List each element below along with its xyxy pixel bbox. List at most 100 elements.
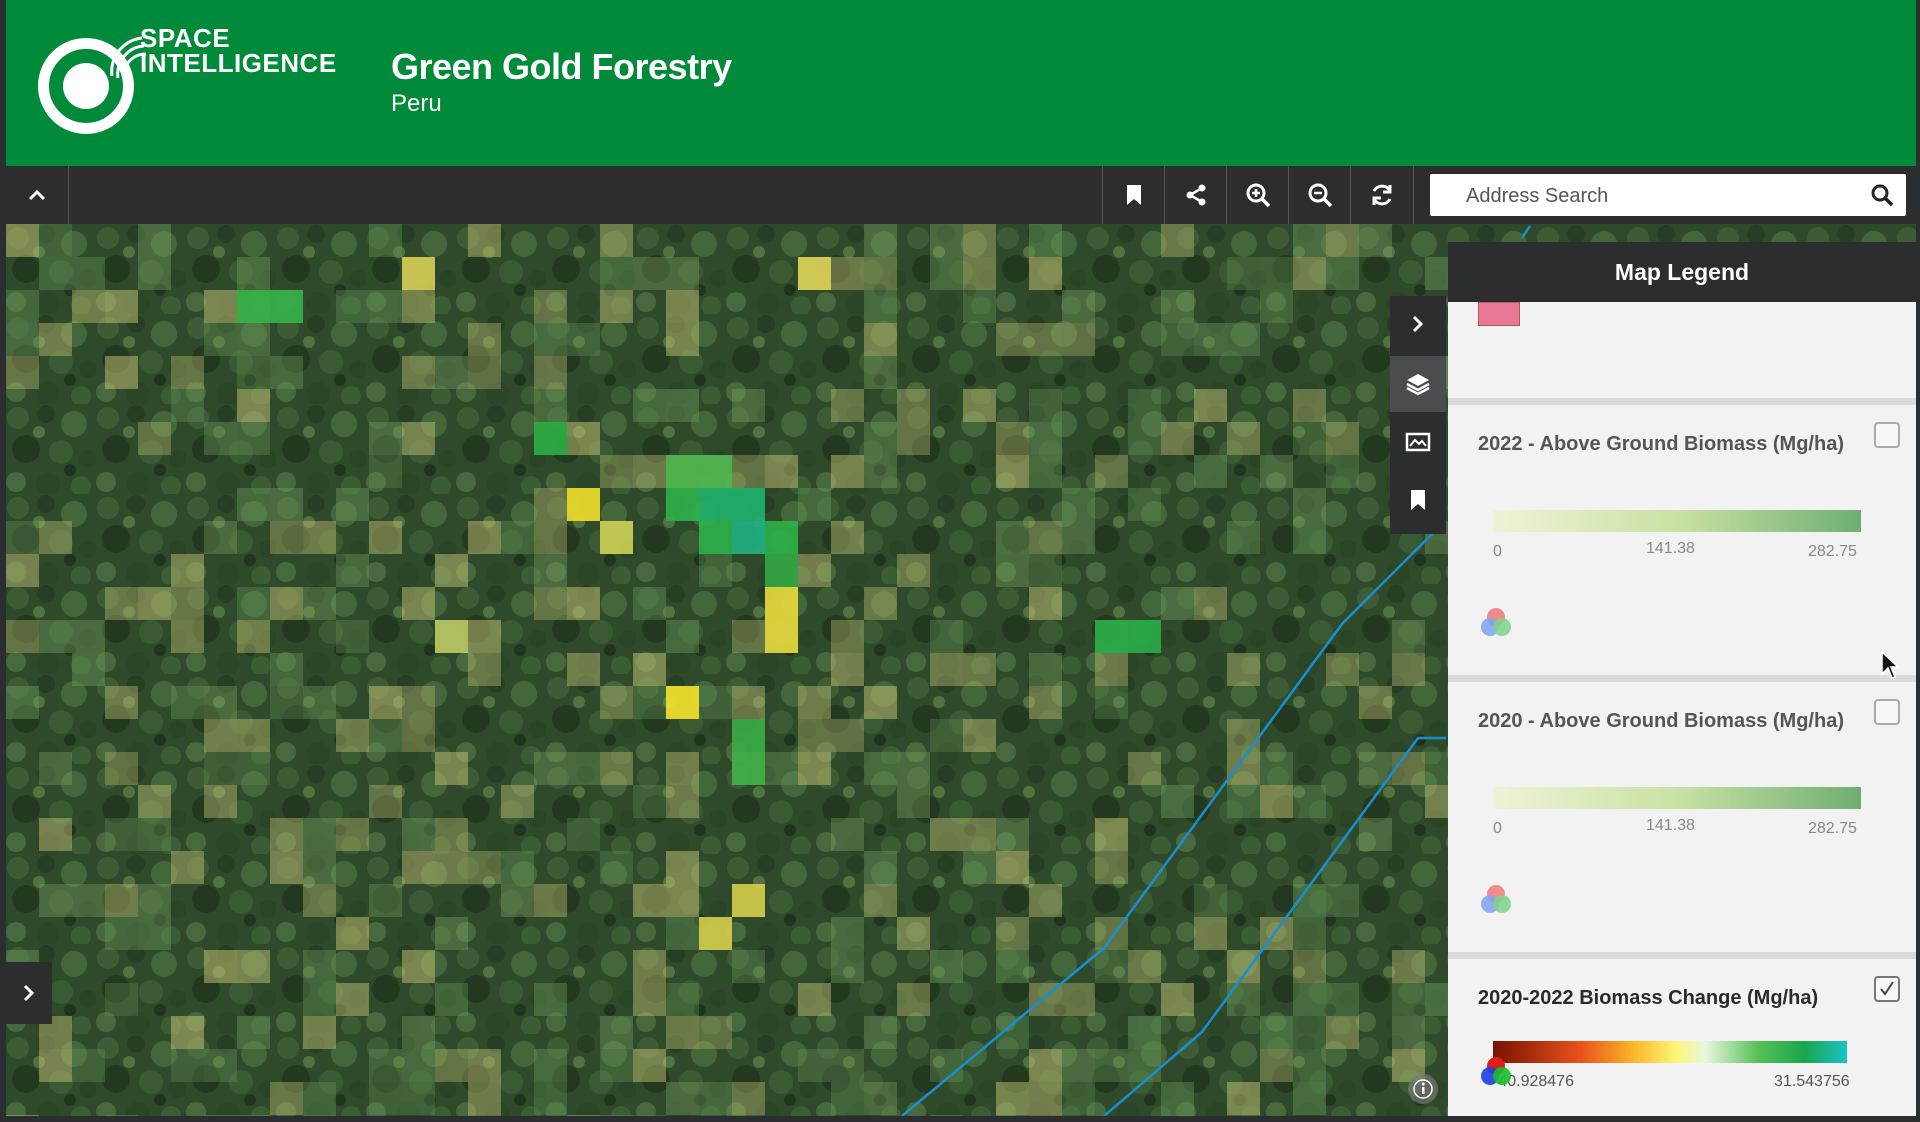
address-search: [1430, 174, 1906, 218]
share-button[interactable]: [1164, 166, 1227, 224]
biomass-cell: [171, 851, 204, 884]
biomass-cell: [237, 752, 270, 785]
biomass-cell: [963, 719, 996, 752]
biomass-cell: [831, 917, 864, 950]
layer-toggle-checkbox[interactable]: [1874, 976, 1900, 1002]
biomass-cell: [171, 554, 204, 587]
biomass-cell: [105, 686, 138, 719]
legend-card-agb-2020: 2020 - Above Ground Biomass (Mg/ha) 0 14…: [1448, 682, 1916, 952]
biomass-cell: [105, 884, 138, 917]
rgb-circles-icon[interactable]: [1478, 605, 1514, 641]
biomass-cell: [435, 983, 468, 1016]
biomass-cell: [633, 884, 666, 917]
biomass-cell: [1293, 917, 1326, 950]
biomass-cell: [633, 587, 666, 620]
biomass-cell: [6, 686, 39, 719]
biomass-cell: [930, 620, 963, 653]
biomass-cell: [1227, 653, 1260, 686]
biomass-cell: [996, 818, 1029, 851]
rgb-circles-icon[interactable]: [1478, 1054, 1514, 1090]
biomass-cell: [204, 1115, 237, 1116]
layer-toggle-checkbox[interactable]: [1874, 699, 1900, 725]
biomass-cell: [666, 323, 699, 356]
biomass-cell: [1260, 455, 1293, 488]
biomass-cell: [1227, 422, 1260, 455]
biomass-cell: [435, 356, 468, 389]
biomass-cell: [534, 1082, 567, 1115]
layer-toggle-checkbox[interactable]: [1874, 422, 1900, 448]
biomass-cell: [1029, 323, 1062, 356]
biomass-cell: [72, 653, 105, 686]
open-side-panel-button[interactable]: [6, 962, 52, 1024]
biomass-cell: [732, 521, 765, 554]
biomass-cell: [1062, 1082, 1095, 1115]
biomass-cell: [831, 620, 864, 653]
biomass-cell: [534, 752, 567, 785]
biomass-cell: [963, 389, 996, 422]
biomass-cell: [963, 851, 996, 884]
zoom-out-button[interactable]: [1288, 166, 1351, 224]
color-ramp: [1493, 787, 1861, 809]
biomass-cell: [501, 851, 534, 884]
collapse-legend-button[interactable]: [1390, 296, 1446, 352]
biomass-cell: [1293, 257, 1326, 290]
legend-scroll-area[interactable]: 2022 - Above Ground Biomass (Mg/ha) 0 14…: [1448, 302, 1916, 1116]
logo-text: SPACE INTELLIGENCE: [140, 25, 337, 78]
biomass-cell: [1326, 653, 1359, 686]
biomass-cell: [930, 257, 963, 290]
biomass-cell: [303, 587, 336, 620]
biomass-cell: [303, 851, 336, 884]
biomass-cell: [1095, 686, 1128, 719]
biomass-cell: [369, 224, 402, 257]
biomass-cell: [864, 752, 897, 785]
biomass-cell: [567, 422, 600, 455]
biomass-cell: [402, 818, 435, 851]
biomass-cell: [1095, 653, 1128, 686]
collapse-header-button[interactable]: [6, 166, 69, 224]
biomass-cell: [1095, 818, 1128, 851]
refresh-button[interactable]: [1350, 166, 1414, 224]
biomass-cell: [402, 587, 435, 620]
bookmarks-button[interactable]: [1390, 472, 1446, 528]
zoom-out-icon: [1308, 183, 1333, 208]
layers-button[interactable]: [1390, 356, 1446, 412]
biomass-cell: [765, 620, 798, 653]
zoom-in-button[interactable]: [1226, 166, 1289, 224]
biomass-cell: [204, 422, 237, 455]
address-search-input[interactable]: [1442, 174, 1868, 218]
biomass-cell: [996, 422, 1029, 455]
map-info-button[interactable]: [1408, 1074, 1438, 1104]
biomass-cell: [1293, 1049, 1326, 1082]
biomass-cell: [1392, 620, 1425, 653]
basemap-button[interactable]: [1390, 414, 1446, 470]
search-icon[interactable]: [1870, 183, 1894, 207]
biomass-cell: [567, 323, 600, 356]
biomass-cell: [699, 455, 732, 488]
bookmark-button[interactable]: [1102, 166, 1165, 224]
biomass-cell: [204, 290, 237, 323]
biomass-cell: [831, 719, 864, 752]
biomass-cell: [1062, 323, 1095, 356]
biomass-cell: [534, 587, 567, 620]
biomass-cell: [39, 323, 72, 356]
ramp-max-label: 282.75: [1808, 820, 1857, 837]
basemap-icon: [1405, 432, 1431, 452]
rgb-circles-icon[interactable]: [1478, 882, 1514, 918]
biomass-cell: [237, 950, 270, 983]
biomass-cell: [765, 554, 798, 587]
logo-line2: INTELLIGENCE: [140, 48, 337, 78]
biomass-cell: [39, 224, 72, 257]
biomass-cell: [732, 455, 765, 488]
biomass-cell: [864, 851, 897, 884]
biomass-cell: [501, 521, 534, 554]
biomass-cell: [1392, 1016, 1425, 1049]
biomass-cell: [666, 752, 699, 785]
space-intelligence-logo[interactable]: SPACE INTELLIGENCE: [30, 25, 350, 150]
biomass-cell: [39, 521, 72, 554]
legend-card-title: 2022 - Above Ground Biomass (Mg/ha): [1478, 433, 1844, 455]
biomass-cell: [105, 1115, 138, 1116]
biomass-cell: [39, 1049, 72, 1082]
biomass-cell: [534, 389, 567, 422]
biomass-cell: [633, 389, 666, 422]
biomass-cell: [204, 1049, 237, 1082]
